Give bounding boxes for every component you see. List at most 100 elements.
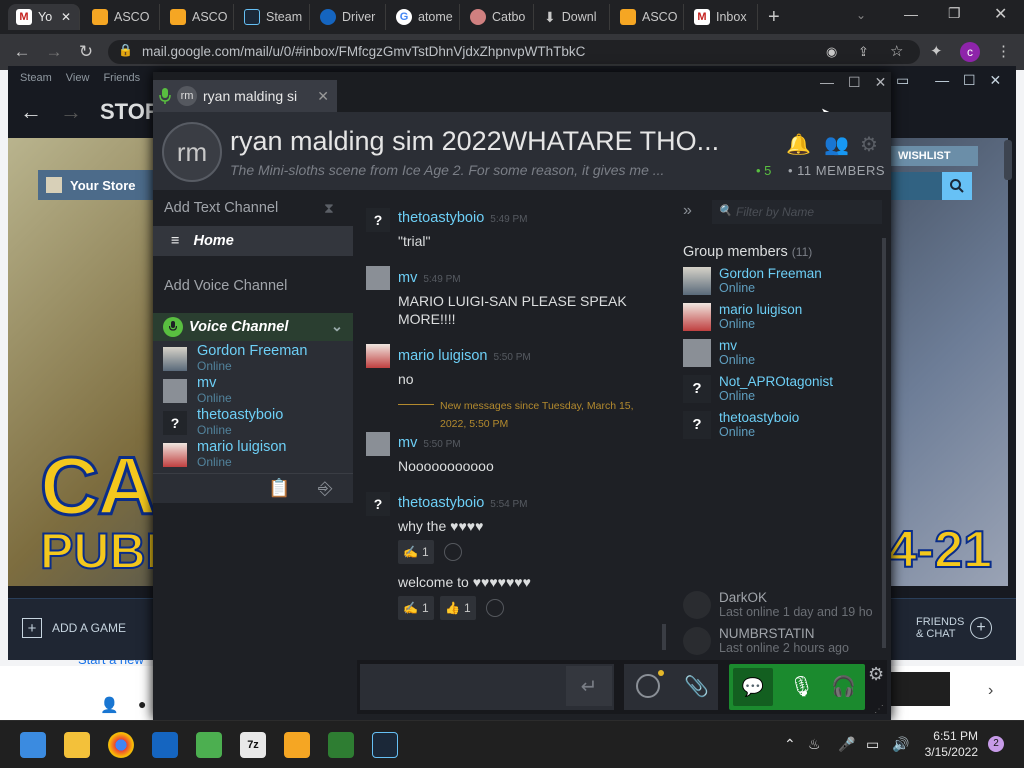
filter-by-name-input[interactable]: 🔍 Filter by Name — [712, 200, 882, 224]
chat-close-button[interactable]: ✕ — [875, 74, 887, 91]
browser-tab[interactable]: Steam — [236, 4, 310, 30]
browser-tab[interactable]: G atome — [388, 4, 460, 30]
steam-menu-steam[interactable]: Steam — [20, 72, 52, 84]
browser-tab[interactable]: ASCO — [612, 4, 684, 30]
reaction-chip[interactable]: ✍ 1 — [398, 596, 434, 620]
chat-tab[interactable]: rm ryan malding si ✕ — [153, 80, 337, 112]
invite-friend-icon[interactable]: 👥 — [824, 132, 849, 157]
add-game-button[interactable]: + ADD A GAME — [22, 618, 126, 638]
chrome-icon[interactable] — [108, 732, 134, 758]
reaction-chip[interactable]: 👍 1 — [440, 596, 476, 620]
search-icon[interactable] — [942, 172, 972, 200]
browser-tab[interactable]: M Inbox — [686, 4, 758, 30]
voice-chat-icon[interactable]: 💬 — [733, 668, 773, 706]
wishlist-button[interactable]: WISHLIST — [890, 146, 978, 166]
steam-taskbar-icon[interactable] — [372, 732, 398, 758]
voice-member[interactable]: mario luigison Online — [163, 439, 286, 471]
network-icon[interactable]: ▭ — [866, 736, 879, 753]
menu-icon[interactable]: ⋮ — [996, 42, 1011, 60]
chat-maximize-button[interactable]: ☐ — [848, 74, 861, 91]
file-explorer-icon[interactable] — [64, 732, 90, 758]
clipboard-icon[interactable]: 📋 — [268, 478, 290, 499]
chat-bubble-icon[interactable]: ● — [138, 696, 146, 712]
voice-member[interactable]: ? thetoastyboio Online — [163, 407, 283, 439]
chevron-up-icon[interactable]: ⌃ — [784, 736, 796, 753]
message-author[interactable]: mv 5:50 PM — [398, 435, 461, 451]
gear-icon[interactable]: ⚙ — [860, 132, 878, 157]
ascom-taskbar-icon[interactable] — [284, 732, 310, 758]
bookmark-star-icon[interactable]: ☆ — [890, 42, 903, 60]
steam-maximize-button[interactable]: ☐ — [963, 72, 976, 88]
browser-tab[interactable]: ASCO — [84, 4, 160, 30]
windows-start-icon[interactable] — [20, 732, 46, 758]
bell-icon[interactable]: 🔔 — [786, 132, 811, 157]
close-tab-icon[interactable]: ✕ — [317, 88, 329, 105]
clock[interactable]: 6:51 PM 3/15/2022 — [916, 728, 978, 760]
share-icon[interactable]: ⇪ — [858, 44, 869, 60]
member-row[interactable]: ? thetoastyboio Online — [683, 411, 799, 443]
chevron-right-icon[interactable]: › — [988, 682, 993, 700]
voice-channel-header[interactable]: Voice Channel ⌄ — [153, 313, 353, 341]
emoji-icon[interactable] — [636, 674, 660, 698]
restore-button[interactable]: ❐ — [948, 5, 961, 22]
voice-member[interactable]: mv Online — [163, 375, 232, 407]
voice-settings-gear-icon[interactable]: ⚙ — [868, 664, 884, 685]
chevron-down-icon[interactable]: ⌄ — [331, 319, 343, 335]
home-channel[interactable]: ≡ Home — [153, 226, 353, 256]
friends-chat-button[interactable]: FRIENDS & CHAT — [916, 616, 964, 640]
browser-tab[interactable]: Catbo — [462, 4, 534, 30]
paperclip-icon[interactable]: 📎 — [684, 674, 709, 699]
7zip-icon[interactable]: 7z — [240, 732, 266, 758]
group-avatar[interactable]: rm — [162, 122, 222, 182]
reload-icon[interactable]: ↻ — [76, 42, 96, 62]
steam-bigpicture-icon[interactable]: ▭ — [896, 72, 909, 88]
steam-close-button[interactable]: ✕ — [989, 72, 1001, 88]
message-author[interactable]: thetoastyboio 5:49 PM — [398, 210, 528, 226]
headphones-icon[interactable]: 🎧 — [831, 674, 856, 699]
new-tab-button[interactable]: + — [768, 6, 780, 29]
add-reaction-icon[interactable] — [444, 543, 462, 561]
back-arrow-icon[interactable]: ← — [20, 99, 42, 125]
browser-tab[interactable]: ASCO — [162, 4, 234, 30]
address-bar[interactable]: 🔒 mail.google.com/mail/u/0/#inbox/FMfcgz… — [108, 40, 920, 64]
message-author[interactable]: mv 5:49 PM — [398, 270, 461, 286]
person-icon[interactable]: 👤 — [100, 696, 119, 714]
notification-badge[interactable]: 2 — [988, 736, 1004, 752]
add-friend-icon[interactable]: + — [970, 617, 992, 639]
microphone-tray-icon[interactable]: 🎤 — [838, 736, 855, 753]
voice-member[interactable]: Gordon Freeman Online — [163, 343, 307, 375]
minimize-button[interactable]: — — [904, 6, 918, 22]
message-author[interactable]: thetoastyboio 5:54 PM — [398, 495, 528, 511]
members-scrollbar[interactable] — [882, 238, 886, 648]
browser-tab[interactable]: M Yo ✕ — [8, 4, 80, 30]
add-reaction-icon[interactable] — [486, 599, 504, 617]
resize-handle[interactable]: ⋰ — [874, 704, 884, 715]
add-voice-channel[interactable]: Add Voice Channel — [153, 278, 353, 294]
extensions-icon[interactable]: ✦ — [930, 42, 943, 60]
collapse-members-icon[interactable]: » — [683, 202, 692, 220]
tab-search-icon[interactable]: ⌄ — [856, 8, 866, 22]
profile-avatar[interactable]: c — [960, 42, 980, 62]
member-row[interactable]: Gordon Freeman Online — [683, 267, 822, 299]
steam-menu-friends[interactable]: Friends — [103, 72, 140, 84]
game-app-icon[interactable] — [328, 732, 354, 758]
browser-tab[interactable]: Driver — [312, 4, 386, 30]
your-store-button[interactable]: Your Store — [38, 170, 154, 200]
add-text-channel[interactable]: Add Text Channel — [153, 200, 353, 216]
microphone-icon[interactable]: 🎙 — [789, 674, 814, 699]
browser-tab[interactable]: ⬇ Downl — [536, 4, 610, 30]
member-row-offline[interactable]: DarkOK Last online 1 day and 19 ho — [683, 591, 873, 623]
steam-tray-icon[interactable]: ♨ — [808, 736, 821, 753]
close-window-button[interactable]: ✕ — [994, 4, 1007, 24]
spreadsheet-icon[interactable] — [196, 732, 222, 758]
volume-icon[interactable]: 🔊 — [892, 736, 909, 753]
store-scrollbar[interactable] — [1004, 140, 1012, 180]
reaction-chip[interactable]: ✍ 1 — [398, 540, 434, 564]
member-row[interactable]: ? Not_APROtagonist Online — [683, 375, 833, 407]
member-row[interactable]: mv Online — [683, 339, 755, 371]
steam-minimize-button[interactable]: — — [935, 72, 949, 88]
chat-minimize-button[interactable]: — — [820, 74, 834, 91]
forward-arrow-icon[interactable]: → — [60, 99, 82, 125]
messages-scrollbar[interactable] — [662, 624, 666, 650]
close-icon[interactable]: ✕ — [61, 10, 71, 24]
